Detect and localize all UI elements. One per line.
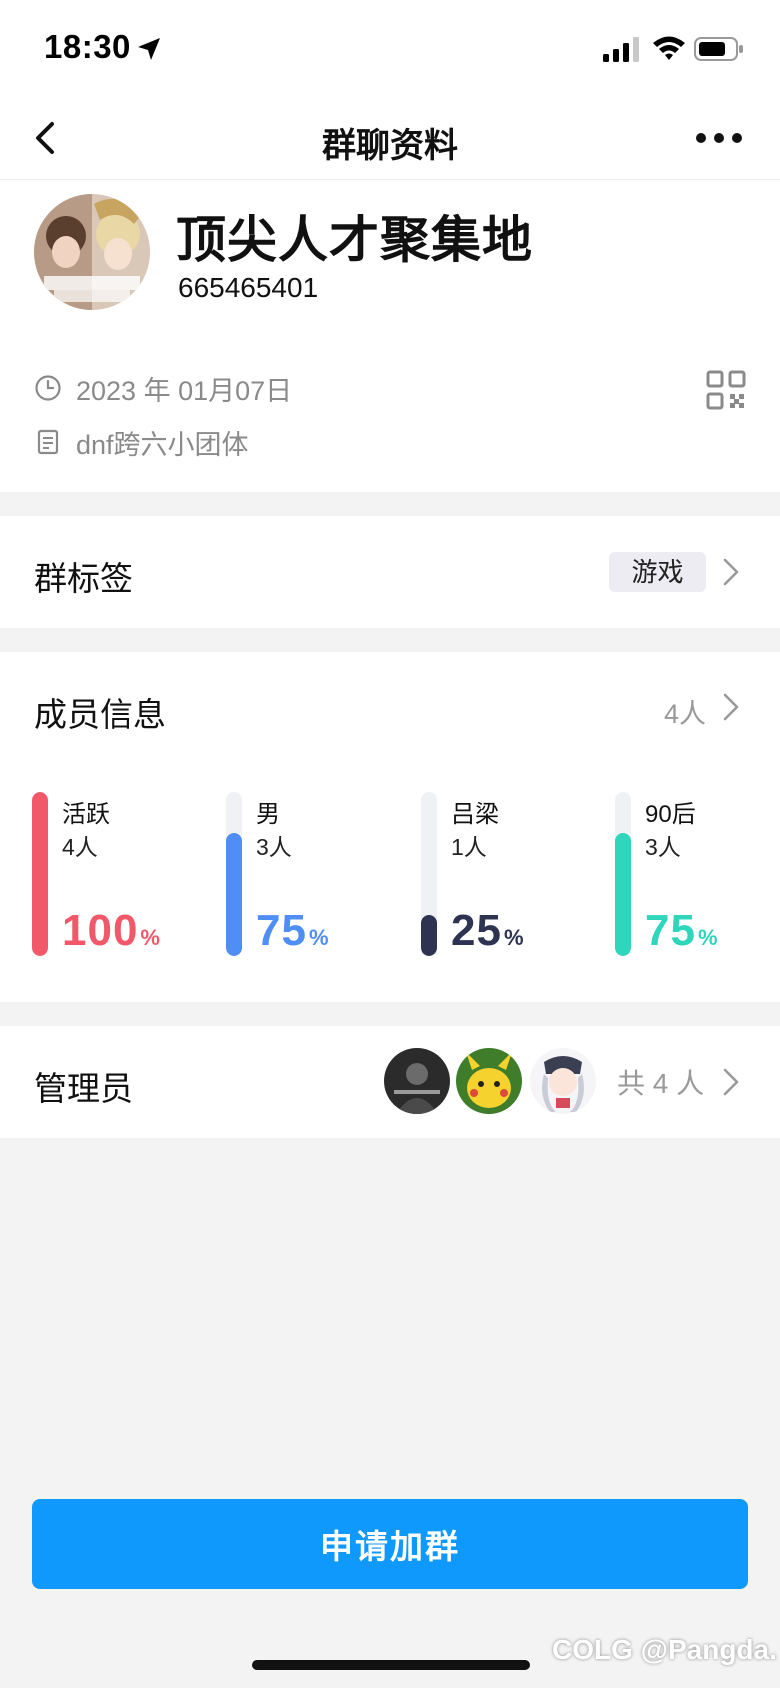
- stat-bar-track: [32, 792, 48, 956]
- status-bar: 18:30: [0, 0, 780, 96]
- stat-percent: 25%: [451, 906, 525, 955]
- qr-code-icon[interactable]: [706, 370, 746, 410]
- stat-bar-fill: [226, 833, 242, 956]
- group-id: 665465401: [178, 272, 319, 303]
- group-profile-card: 顶尖人才聚集地 665465401 2023 年 01月07日 dnf跨六小团体: [0, 180, 780, 492]
- stat-active: 活跃 4人 100%: [32, 792, 202, 970]
- stat-bar-fill: [421, 915, 437, 956]
- member-count[interactable]: 4人: [664, 692, 706, 731]
- chevron-right-icon: [723, 1068, 739, 1096]
- member-info-section: 成员信息 4人 活跃 4人 100% 男 3人 75% 吕梁 1人 25% 90…: [0, 652, 780, 1002]
- chevron-right-icon: [723, 558, 739, 586]
- stat-label: 90后: [645, 801, 696, 828]
- group-name: 顶尖人才聚集地: [176, 212, 533, 268]
- tags-title: 群标签: [34, 560, 133, 597]
- location-arrow-icon: [138, 38, 160, 60]
- stat-percent: 100%: [62, 906, 161, 955]
- cellular-signal-icon: [603, 37, 639, 62]
- stat-count: 1人: [451, 834, 487, 860]
- wifi-icon: [653, 36, 685, 60]
- stat-male: 男 3人 75%: [226, 792, 396, 970]
- stat-percent: 75%: [645, 906, 719, 955]
- document-icon: [37, 429, 59, 455]
- stat-count: 3人: [645, 834, 681, 860]
- page-title: 群聊资料: [322, 127, 458, 165]
- admin-avatar[interactable]: [530, 1048, 596, 1114]
- group-avatar[interactable]: [34, 194, 150, 310]
- group-tags-row[interactable]: 群标签 游戏: [0, 516, 780, 628]
- stat-age: 90后 3人 75%: [615, 792, 780, 970]
- stat-label: 男: [256, 801, 280, 828]
- tag-chip: 游戏: [609, 552, 706, 592]
- chevron-right-icon[interactable]: [722, 692, 740, 722]
- admin-total: 共 4 人: [617, 1068, 705, 1099]
- more-options-icon[interactable]: [694, 128, 744, 148]
- members-title: 成员信息: [34, 696, 166, 733]
- stat-bar-track: [421, 792, 437, 956]
- stat-label: 活跃: [62, 801, 110, 828]
- stat-location: 吕梁 1人 25%: [421, 792, 591, 970]
- stat-bar-track: [615, 792, 631, 956]
- admin-title: 管理员: [34, 1070, 133, 1107]
- battery-icon: [694, 37, 743, 61]
- created-date-row: 2023 年 01月07日: [34, 370, 292, 406]
- created-date: 2023 年 01月07日: [76, 375, 293, 406]
- stat-bar-track: [226, 792, 242, 956]
- stat-count: 3人: [256, 834, 292, 860]
- admin-row[interactable]: 管理员 共 4 人: [0, 1026, 780, 1138]
- stat-percent: 75%: [256, 906, 330, 955]
- home-indicator[interactable]: [252, 1660, 530, 1670]
- navigation-bar: 群聊资料: [0, 96, 780, 180]
- clock-icon: [35, 375, 61, 401]
- description-row: dnf跨六小团体: [34, 424, 249, 460]
- group-description: dnf跨六小团体: [76, 429, 249, 460]
- admin-avatar[interactable]: [456, 1048, 522, 1114]
- apply-join-button[interactable]: 申请加群: [32, 1499, 748, 1589]
- stat-bar-fill: [615, 833, 631, 956]
- stat-bar-fill: [32, 792, 48, 956]
- status-time: 18:30: [44, 28, 131, 65]
- admin-avatar[interactable]: [384, 1048, 450, 1114]
- watermark: COLG @Pangda.: [552, 1634, 777, 1665]
- stat-label: 吕梁: [451, 801, 499, 828]
- stat-count: 4人: [62, 834, 98, 860]
